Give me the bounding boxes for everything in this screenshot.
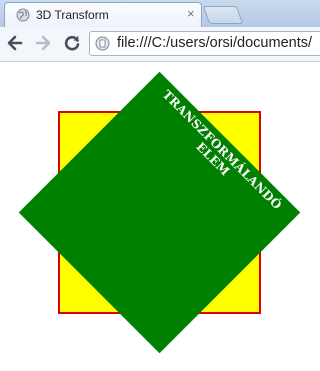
back-arrow-icon[interactable]: [5, 33, 25, 53]
page-icon: [95, 36, 110, 51]
browser-window: 3D Transform × file:///C:/users/orsi/doc…: [0, 0, 320, 371]
address-text: file:///C:/users/orsi/documents/: [117, 35, 313, 51]
tab-strip: 3D Transform ×: [0, 0, 320, 28]
page-globe-icon: [16, 8, 30, 22]
toolbar: file:///C:/users/orsi/documents/: [0, 27, 320, 62]
tab-title: 3D Transform: [36, 8, 109, 22]
tab-3d-transform[interactable]: 3D Transform ×: [4, 2, 202, 27]
reload-icon[interactable]: [62, 33, 82, 53]
forward-arrow-icon[interactable]: [33, 33, 53, 53]
close-icon[interactable]: ×: [187, 7, 195, 21]
page-content: TRANSZFORMÁLANDÓ ELEM: [0, 62, 320, 371]
address-bar[interactable]: file:///C:/users/orsi/documents/: [89, 31, 320, 56]
element-label: TRANSZFORMÁLANDÓ ELEM: [159, 87, 285, 213]
new-tab-button[interactable]: [202, 6, 244, 24]
